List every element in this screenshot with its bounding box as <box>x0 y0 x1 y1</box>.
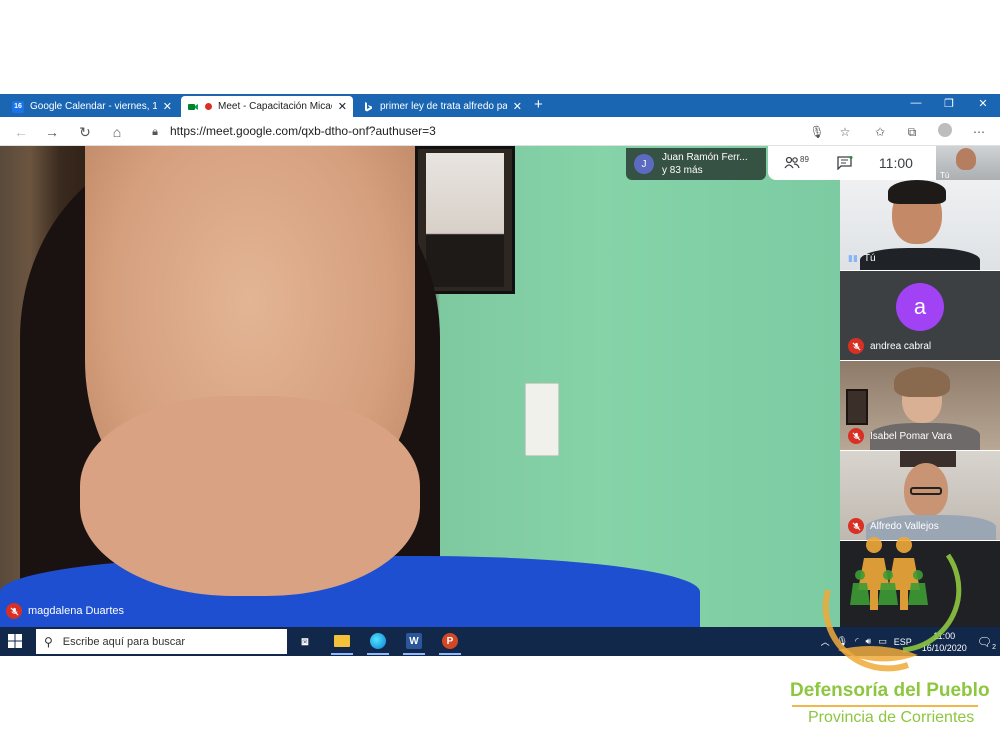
browser-tab-bar: 16 Google Calendar - viernes, 16 de ✕ Me… <box>0 94 1000 117</box>
mic-off-icon <box>848 338 864 354</box>
powerpoint-icon[interactable]: P <box>439 631 461 655</box>
presenter-avatar: J <box>634 154 654 174</box>
microphone-icon[interactable]: 🎙︎ <box>808 123 826 141</box>
participant-tile-isabel[interactable]: Isabel Pomar Vara <box>840 361 1000 450</box>
participant-tile-you[interactable]: ▮▮ Tú <box>840 180 1000 270</box>
close-icon[interactable]: ✕ <box>163 100 172 113</box>
chat-button[interactable] <box>837 156 853 170</box>
participant-hair <box>894 367 950 397</box>
notification-count: 2 <box>992 643 996 651</box>
active-app-indicator <box>331 653 353 655</box>
taskbar-search-input[interactable]: ⚲ Escribe aquí para buscar <box>36 629 287 654</box>
self-view[interactable]: Tú <box>936 146 1000 182</box>
participant-avatar: a <box>896 283 944 331</box>
tab-meet[interactable]: Meet - Capacitación Micaela ✕ <box>181 96 353 117</box>
tab-label: primer ley de trata alfredo palacios <box>380 101 507 112</box>
favorites-icon[interactable]: ✩ <box>871 123 889 141</box>
home-icon[interactable]: ⌂ <box>108 123 126 141</box>
restore-icon[interactable]: ❐ <box>939 97 959 110</box>
participants-button[interactable]: 89 <box>784 154 809 170</box>
wall-frame <box>846 389 868 425</box>
participant-glasses <box>910 487 942 495</box>
forward-arrow-icon[interactable]: → <box>43 123 61 141</box>
wall-portrait <box>415 146 515 294</box>
collections-icon[interactable]: ⧉ <box>903 123 921 141</box>
tab-label: Google Calendar - viernes, 16 de <box>30 101 157 112</box>
close-window-icon[interactable]: ✕ <box>973 97 993 110</box>
participant-count: 89 <box>800 154 809 164</box>
refresh-icon[interactable]: ↻ <box>76 123 94 141</box>
tile-name: Tú <box>863 253 876 264</box>
back-arrow-icon[interactable]: ← <box>12 123 30 141</box>
pinned-video[interactable]: magdalena Duartes <box>0 146 840 627</box>
people-icon <box>784 156 800 169</box>
pinned-participant-label: magdalena Duartes <box>6 603 124 619</box>
url-input[interactable]: https://meet.google.com/qxb-dtho-onf?aut… <box>170 124 436 138</box>
participant-tile-alfredo[interactable]: Alfredo Vallejos <box>840 451 1000 540</box>
active-app-indicator <box>439 653 461 655</box>
notifications-icon[interactable]: 🗨︎ 2 <box>977 635 996 651</box>
presenter-text: Juan Ramón Ferr... y 83 más <box>662 151 748 177</box>
active-app-indicator <box>367 653 389 655</box>
tab-google-calendar[interactable]: 16 Google Calendar - viernes, 16 de ✕ <box>6 96 178 117</box>
windows-start-icon[interactable] <box>8 634 22 648</box>
defensoria-logo <box>822 537 962 672</box>
tile-label: ▮▮ Tú <box>848 253 876 264</box>
recording-dot-icon <box>205 103 212 110</box>
participant-hair <box>888 180 946 204</box>
presenter-chip[interactable]: J Juan Ramón Ferr... y 83 más <box>626 148 766 180</box>
logo-subtitle: Provincia de Corrientes <box>808 709 975 726</box>
file-explorer-icon[interactable] <box>331 631 353 655</box>
mic-off-icon <box>848 428 864 444</box>
meeting-clock: 11:00 <box>878 155 913 171</box>
person-hands <box>80 396 420 596</box>
tile-label: andrea cabral <box>848 338 931 354</box>
presenter-name: Juan Ramón Ferr... <box>662 152 748 163</box>
chat-icon <box>837 156 853 170</box>
meet-icon <box>187 101 199 113</box>
logo-name: Defensoría del Pueblo <box>790 680 990 701</box>
self-view-face <box>956 148 976 170</box>
new-tab-button[interactable]: + <box>534 96 543 114</box>
presenter-more: y 83 más <box>662 165 703 176</box>
close-icon[interactable]: ✕ <box>338 100 347 113</box>
calendar-icon: 16 <box>12 100 24 113</box>
tile-name: Isabel Pomar Vara <box>870 430 953 442</box>
favorite-star-icon[interactable]: ☆ <box>836 123 854 141</box>
meet-top-controls: 89 11:00 <box>768 146 936 180</box>
audio-level-icon: ▮▮ <box>848 253 858 263</box>
active-app-indicator <box>403 653 425 655</box>
wall-switch <box>525 383 559 456</box>
search-icon: ⚲ <box>44 634 53 649</box>
participant-tile-andrea[interactable]: a andrea cabral <box>840 271 1000 360</box>
self-view-label: Tú <box>940 171 950 180</box>
participant-suit <box>860 248 980 270</box>
lock-icon[interactable]: 🔒︎ <box>146 123 164 141</box>
tile-label: Isabel Pomar Vara <box>848 428 952 444</box>
portrait-photo <box>426 153 504 287</box>
address-bar: ← → ↻ ⌂ 🔒︎ https://meet.google.com/qxb-d… <box>0 117 1000 146</box>
pinned-participant-name: magdalena Duartes <box>28 605 125 617</box>
mic-off-icon <box>6 603 22 619</box>
more-options-icon[interactable]: ⋯ <box>970 123 988 141</box>
word-icon[interactable]: W <box>403 631 425 655</box>
edge-browser-icon[interactable] <box>367 631 389 655</box>
tab-label: Meet - Capacitación Micaela <box>218 101 332 112</box>
profile-avatar[interactable] <box>936 123 954 141</box>
search-placeholder: Escribe aquí para buscar <box>62 635 186 648</box>
close-icon[interactable]: ✕ <box>513 100 522 113</box>
minimize-icon[interactable]: — <box>906 97 926 109</box>
tile-name: andrea cabral <box>870 340 932 352</box>
task-view-icon[interactable]: ⧈ <box>294 631 316 651</box>
bing-icon <box>362 101 374 113</box>
tab-bing-search[interactable]: primer ley de trata alfredo palacios ✕ <box>356 96 528 117</box>
screenshot: 16 Google Calendar - viernes, 16 de ✕ Me… <box>0 0 1000 750</box>
logo-divider <box>792 705 978 707</box>
